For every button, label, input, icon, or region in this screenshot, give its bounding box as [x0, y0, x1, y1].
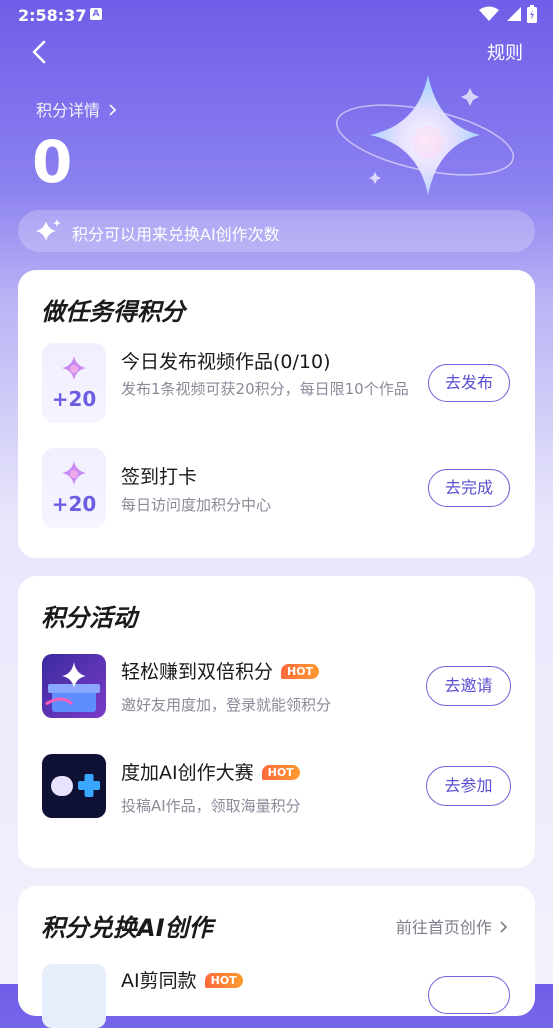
- signal-icon: [507, 7, 521, 21]
- goto-home-link[interactable]: 前往首页创作: [396, 914, 509, 938]
- notice-text: 积分可以用来兑换AI创作次数: [72, 225, 280, 244]
- activity-title: 轻松赚到双倍积分 HOT: [121, 657, 320, 684]
- exchange-card: 积分兑换AI创作 前往首页创作 AI剪同款 HOT: [18, 886, 535, 1028]
- task-reward-icon: +20: [42, 343, 106, 423]
- activity-title: 度加AI创作大赛 HOT: [121, 758, 300, 785]
- activities-card: 积分活动 轻松赚到双倍积分 HOT 邀好友用度加，登录就能领积分 去邀请 度加AI…: [18, 576, 535, 868]
- tasks-card: 做任务得积分 +20 今日发布视频作品(0/10) 发布1条视频可获20积分，每…: [18, 270, 535, 558]
- hot-badge: HOT: [204, 973, 243, 988]
- back-button[interactable]: [24, 36, 56, 68]
- invite-thumbnail: [42, 654, 106, 718]
- task-desc: 发布1条视频可获20积分，每日限10个作品: [121, 380, 409, 398]
- tasks-title: 做任务得积分: [41, 298, 185, 326]
- hot-badge: HOT: [281, 664, 320, 679]
- task-title: 签到打卡: [121, 466, 198, 488]
- task-title: 今日发布视频作品(0/10): [121, 351, 331, 373]
- status-time: 2:58:37: [18, 6, 87, 25]
- exchange-item-title: AI剪同款 HOT: [121, 966, 243, 993]
- notice-bar: 积分可以用来兑换AI创作次数: [18, 210, 535, 252]
- goto-home-label: 前往首页创作: [395, 918, 492, 937]
- chevron-left-icon: [32, 40, 46, 64]
- hot-badge: HOT: [261, 765, 300, 780]
- accessibility-icon: A: [90, 8, 102, 20]
- points-detail-link[interactable]: 积分详情: [36, 97, 119, 121]
- task-reward-icon: +20: [42, 448, 106, 528]
- exchange-title: 积分兑换AI创作: [41, 914, 213, 942]
- activity-title-text: 度加AI创作大赛: [121, 762, 254, 784]
- star-icon: [62, 356, 86, 380]
- ai-clip-thumbnail: [42, 964, 106, 1028]
- exchange-item-title-text: AI剪同款: [121, 970, 197, 992]
- star-icon: [62, 461, 86, 485]
- status-bar: 2:58:37 A: [0, 0, 553, 30]
- activities-title: 积分活动: [41, 604, 137, 632]
- battery-icon: [527, 5, 537, 23]
- hero-star-icon: [335, 75, 515, 195]
- task-desc: 每日访问度加积分中心: [121, 496, 272, 514]
- invite-button[interactable]: 去邀请: [426, 666, 511, 706]
- task-reward-value: +20: [51, 492, 97, 516]
- publish-button[interactable]: 去发布: [428, 364, 510, 402]
- activity-desc: 投稿AI作品，领取海量积分: [121, 797, 301, 815]
- points-detail-label: 积分详情: [36, 101, 101, 120]
- dujia-logo-icon: [51, 774, 100, 797]
- status-icons: [479, 5, 537, 23]
- exchange-item-button[interactable]: [428, 976, 510, 1014]
- points-balance: 0: [32, 128, 73, 196]
- join-button[interactable]: 去参加: [426, 766, 511, 806]
- chevron-right-icon: [109, 104, 117, 116]
- task-reward-value: +20: [51, 387, 97, 411]
- activity-title-text: 轻松赚到双倍积分: [121, 661, 274, 683]
- gift-box-icon: [45, 662, 100, 712]
- wifi-icon: [479, 6, 499, 21]
- complete-button[interactable]: 去完成: [428, 469, 510, 507]
- activity-desc: 邀好友用度加，登录就能领积分: [121, 696, 332, 714]
- contest-thumbnail: [42, 754, 106, 818]
- sparkle-icon: [36, 219, 61, 241]
- chevron-right-icon: [500, 921, 508, 933]
